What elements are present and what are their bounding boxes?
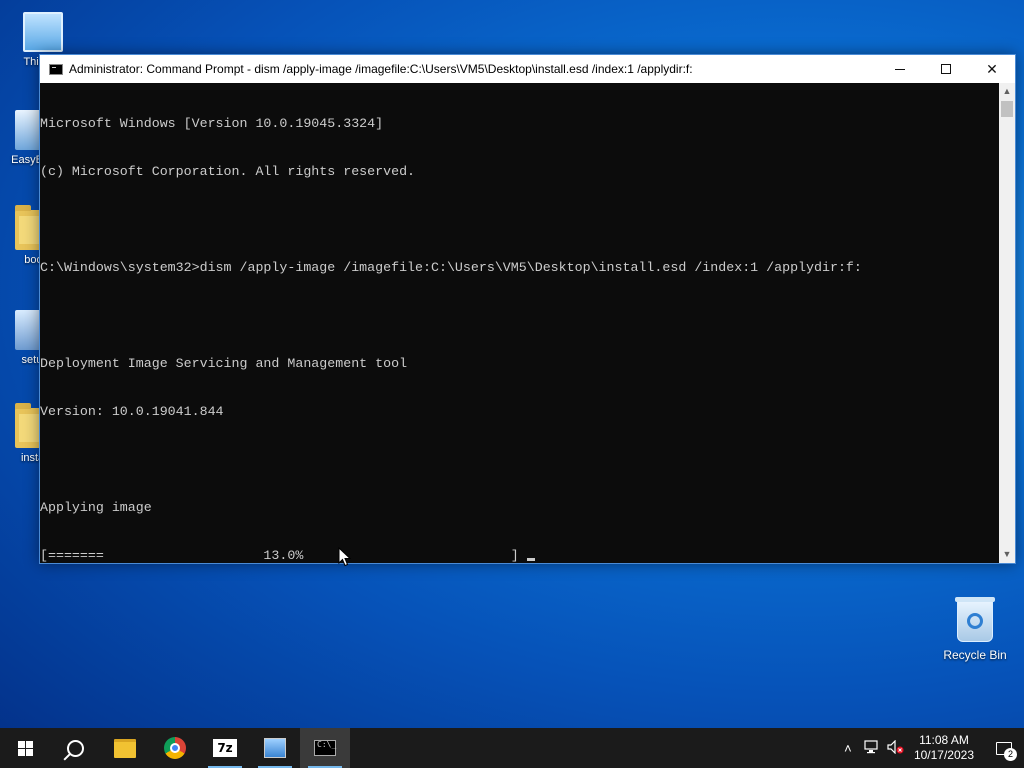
search-icon <box>66 739 84 757</box>
start-button[interactable] <box>0 728 50 768</box>
taskbar-command-prompt[interactable]: C:\_ <box>300 728 350 768</box>
volume-muted-icon[interactable] <box>884 739 908 757</box>
progress-bar-text: [======= 13.0% ] <box>40 548 527 563</box>
scroll-down-icon[interactable]: ▼ <box>999 546 1015 563</box>
clock-date: 10/17/2023 <box>913 748 974 762</box>
taskbar: 7z C:\_ ˄ 11:08 AM 10/17/2023 2 <box>0 728 1024 768</box>
taskbar-7zip[interactable]: 7z <box>200 728 250 768</box>
console-line: Version: 10.0.19041.844 <box>40 404 224 419</box>
console-line: Deployment Image Servicing and Managemen… <box>40 356 408 371</box>
7zip-icon: 7z <box>213 739 237 757</box>
this-pc-icon <box>23 12 63 52</box>
recycle-bin-icon <box>955 597 995 642</box>
notification-count-badge: 2 <box>1004 748 1017 761</box>
minimize-icon <box>895 68 905 70</box>
clock-time: 11:08 AM <box>919 733 969 747</box>
taskbar-file-explorer[interactable] <box>100 728 150 768</box>
network-icon[interactable] <box>860 739 884 757</box>
file-explorer-icon <box>114 738 136 758</box>
vertical-scrollbar[interactable]: ▲ ▼ <box>999 83 1015 563</box>
close-icon: ✕ <box>986 60 998 77</box>
text-cursor <box>526 558 535 561</box>
chevron-up-icon[interactable]: ˄ <box>836 741 860 756</box>
minimize-button[interactable] <box>877 55 923 83</box>
cmd-icon <box>49 63 63 75</box>
progress-line: [======= 13.0% ] <box>40 548 999 564</box>
system-tray: ˄ 11:08 AM 10/17/2023 2 <box>836 728 1024 768</box>
setup-icon <box>264 738 286 758</box>
console-line: C:\Windows\system32>dism /apply-image /i… <box>40 260 862 275</box>
window-titlebar[interactable]: Administrator: Command Prompt - dism /ap… <box>40 55 1015 83</box>
console-line: (c) Microsoft Corporation. All rights re… <box>40 164 416 179</box>
recycle-bin-label: Recycle Bin <box>943 648 1007 662</box>
search-button[interactable] <box>50 728 100 768</box>
scroll-up-icon[interactable]: ▲ <box>999 83 1015 100</box>
mouse-pointer-icon <box>338 547 352 567</box>
maximize-icon <box>941 64 951 74</box>
cmd-icon: C:\_ <box>314 740 336 756</box>
clock[interactable]: 11:08 AM 10/17/2023 <box>914 733 974 763</box>
command-prompt-window[interactable]: Administrator: Command Prompt - dism /ap… <box>39 54 1016 564</box>
close-button[interactable]: ✕ <box>969 55 1015 83</box>
taskbar-chrome[interactable] <box>150 728 200 768</box>
windows-logo-icon <box>17 740 33 756</box>
maximize-button[interactable] <box>923 55 969 83</box>
console-line: Applying image <box>40 500 152 515</box>
console-line: Microsoft Windows [Version 10.0.19045.33… <box>40 116 384 131</box>
scrollbar-thumb[interactable] <box>1001 101 1013 117</box>
action-center-button[interactable]: 2 <box>984 728 1024 768</box>
window-title: Administrator: Command Prompt - dism /ap… <box>69 62 693 76</box>
taskbar-setup[interactable] <box>250 728 300 768</box>
desktop-icon-recycle-bin[interactable]: Recycle Bin <box>936 597 1014 662</box>
chrome-icon <box>164 737 186 759</box>
console-output[interactable]: Microsoft Windows [Version 10.0.19045.33… <box>40 83 999 563</box>
